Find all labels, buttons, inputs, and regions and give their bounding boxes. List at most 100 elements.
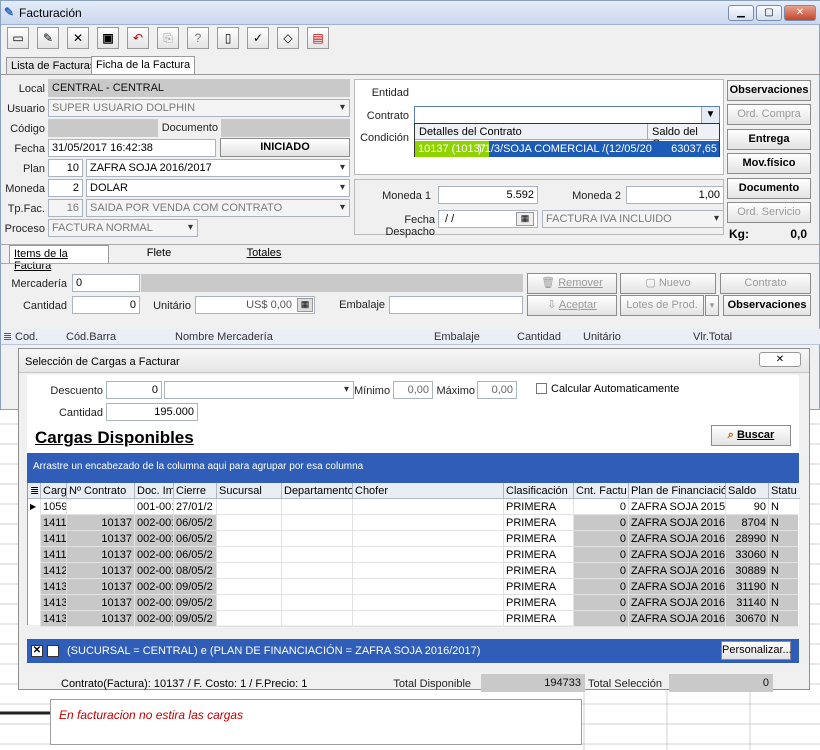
fecha-field[interactable]: 31/05/2017 16:42:38 xyxy=(48,139,216,157)
cargas-col-header[interactable]: Cnt. Factu xyxy=(573,483,628,499)
lotes-chevron-icon[interactable]: ▾ xyxy=(705,295,719,316)
moneda-code[interactable]: 2 xyxy=(48,179,83,197)
cargas-grid-header: CargNº ContratoDoc. ImpCierreSucursalDep… xyxy=(28,483,800,499)
cargas-col-header[interactable]: Statu xyxy=(768,483,798,499)
calculator-icon[interactable]: ▦ xyxy=(297,298,313,312)
cargas-col-header[interactable]: Nº Contrato xyxy=(66,483,134,499)
remover-button[interactable]: 🗑 Remover xyxy=(527,273,617,294)
observaciones-items-button[interactable]: Observaciones xyxy=(723,295,811,316)
entidad-field[interactable] xyxy=(414,83,720,101)
dialog-close-button[interactable]: ✕ xyxy=(759,352,801,367)
delete-icon[interactable]: ✕ xyxy=(67,27,89,49)
embalaje-field[interactable] xyxy=(389,296,523,314)
calendar-icon[interactable]: ▦ xyxy=(516,212,534,226)
observaciones-button[interactable]: Observaciones xyxy=(727,80,811,101)
plan-select[interactable]: ZAFRA SOJA 2016/2017 xyxy=(86,159,350,177)
dropdown-row[interactable]: 10137 (10137 )/1/3/SOJA COMERCIAL /(12/0… xyxy=(415,141,719,157)
cargas-col-header[interactable]: Carg xyxy=(40,483,66,499)
dialog-cantidad-field[interactable]: 195.000 xyxy=(106,403,198,421)
filter-checkbox[interactable] xyxy=(47,645,59,657)
tab-flete[interactable]: Flete xyxy=(109,245,209,263)
clear-filter-icon[interactable]: ✕ xyxy=(31,645,43,657)
edit-icon[interactable]: ✎ xyxy=(37,27,59,49)
tab-totales[interactable]: Totales xyxy=(209,245,319,263)
table-row[interactable]: 141310137002-001-09/05/2 PRIMERA0ZAFRA SO… xyxy=(28,579,800,595)
cargas-col-header[interactable]: Cierre xyxy=(173,483,216,499)
documento-button[interactable]: Documento xyxy=(727,178,811,199)
lotes-button[interactable]: Lotes de Prod. xyxy=(620,295,704,316)
tab-ficha-factura[interactable]: Ficha de la Factura xyxy=(91,56,196,75)
calcular-checkbox[interactable] xyxy=(536,383,547,394)
save-icon[interactable]: ▣ xyxy=(97,27,119,49)
close-button[interactable]: ✕ xyxy=(784,5,816,21)
cantidad-field[interactable]: 0 xyxy=(72,296,140,314)
table-row[interactable]: 141110137002-001-06/05/2 PRIMERA0ZAFRA SO… xyxy=(28,547,800,563)
chevron-down-icon[interactable]: ▼ xyxy=(701,107,719,123)
moneda-select[interactable]: DOLAR xyxy=(86,179,350,197)
usuario-select[interactable]: SUPER USUARIO DOLPHIN xyxy=(48,99,350,117)
cargas-col-header[interactable]: Departamento xyxy=(281,483,352,499)
minimo-field[interactable]: 0,00 xyxy=(393,381,433,399)
mov-fisico-button[interactable]: Mov.físico xyxy=(727,153,811,174)
tab-lista-facturas[interactable]: Lista de Facturas xyxy=(6,57,101,75)
tab-items[interactable]: Items de la Factura xyxy=(9,245,109,272)
eraser-icon[interactable]: ◇ xyxy=(277,27,299,49)
descuento-select[interactable] xyxy=(164,381,354,399)
personalizar-button[interactable]: Personalizar... xyxy=(721,641,792,660)
cargas-col-header[interactable]: Chofer xyxy=(352,483,503,499)
nuevo-button[interactable]: ▢ Nuevo xyxy=(620,273,716,294)
col-cantidad[interactable]: Cantidad xyxy=(517,331,561,343)
tpfac-code[interactable]: 16 xyxy=(48,199,83,217)
col-unitario[interactable]: Unitário xyxy=(583,331,621,343)
table-cell: 001-001- xyxy=(134,499,173,515)
factura-iva-select[interactable]: FACTURA IVA INCLUIDO xyxy=(542,210,724,228)
buscar-label: Buscar xyxy=(736,429,775,441)
cargas-col-header[interactable]: Plan de Financiación xyxy=(628,483,725,499)
table-cell: N xyxy=(768,595,798,611)
print-icon[interactable]: ▤ xyxy=(307,27,329,49)
buscar-button[interactable]: ⌕ Buscar xyxy=(711,425,791,446)
table-row[interactable]: 141310137002-001-09/05/2 PRIMERA0ZAFRA SO… xyxy=(28,595,800,611)
proceso-select[interactable]: FACTURA NORMAL xyxy=(48,219,198,237)
cargas-col-header[interactable]: Saldo xyxy=(725,483,768,499)
check-icon[interactable]: ✓ xyxy=(247,27,269,49)
table-row[interactable]: 141110137002-001-06/05/2 PRIMERA0ZAFRA SO… xyxy=(28,531,800,547)
cargas-col-header[interactable]: Doc. Imp xyxy=(134,483,173,499)
grid-menu-icon[interactable]: ≣ xyxy=(3,330,12,343)
table-row[interactable]: 141110137002-001-06/05/2 PRIMERA0ZAFRA SO… xyxy=(28,515,800,531)
new-icon[interactable]: ▭ xyxy=(7,27,29,49)
col-nombre[interactable]: Nombre Mercadería xyxy=(175,331,273,343)
plan-code[interactable]: 10 xyxy=(48,159,83,177)
contrato-button[interactable]: Contrato xyxy=(720,273,811,294)
contrato-select[interactable] xyxy=(414,106,720,124)
moneda2-field[interactable]: 1,00 xyxy=(626,186,724,204)
cargas-col-header[interactable]: Sucursal xyxy=(216,483,281,499)
table-row[interactable]: 141210137002-001-08/05/2 PRIMERA0ZAFRA SO… xyxy=(28,563,800,579)
aceptar-button[interactable]: ⇩ Aceptar xyxy=(527,295,617,316)
table-cell: 002-001- xyxy=(134,547,173,563)
col-cod-barra[interactable]: Cód.Barra xyxy=(66,331,116,343)
copy-icon[interactable]: ⎘ xyxy=(157,27,179,49)
document-icon[interactable]: ▯ xyxy=(217,27,239,49)
tpfac-select[interactable]: SAIDA POR VENDA COM CONTRATO xyxy=(86,199,350,217)
ord-compra-button[interactable]: Ord. Compra xyxy=(727,104,811,125)
moneda1-field[interactable]: 5.592 xyxy=(438,186,538,204)
cargas-col-header[interactable]: Clasificación xyxy=(503,483,573,499)
grid-menu-icon[interactable]: ≣ xyxy=(28,483,40,499)
descuento-field[interactable]: 0 xyxy=(106,381,162,399)
ord-servicio-button[interactable]: Ord. Servicio xyxy=(727,202,811,223)
table-row[interactable]: ▶1059 001-001-27/01/2 PRIMERA0ZAFRA SOJA 2… xyxy=(28,499,800,515)
entrega-button[interactable]: Entrega xyxy=(727,129,811,150)
table-row[interactable]: 141310137002-001-09/05/2 PRIMERA0ZAFRA SO… xyxy=(28,611,800,627)
undo-icon[interactable]: ↶ xyxy=(127,27,149,49)
table-cell: 002-001- xyxy=(134,611,173,627)
maximo-field[interactable]: 0,00 xyxy=(477,381,517,399)
documento-label: Documento xyxy=(161,122,218,134)
help-icon[interactable]: ? xyxy=(187,27,209,49)
mercaderia-code[interactable]: 0 xyxy=(72,274,140,292)
col-embalaje[interactable]: Embalaje xyxy=(434,331,480,343)
minimize-button[interactable]: ▁ xyxy=(728,5,754,21)
col-cod[interactable]: Cod. xyxy=(15,331,38,343)
maximize-button[interactable]: ▢ xyxy=(756,5,782,21)
col-vlr-total[interactable]: Vlr.Total xyxy=(693,331,732,343)
